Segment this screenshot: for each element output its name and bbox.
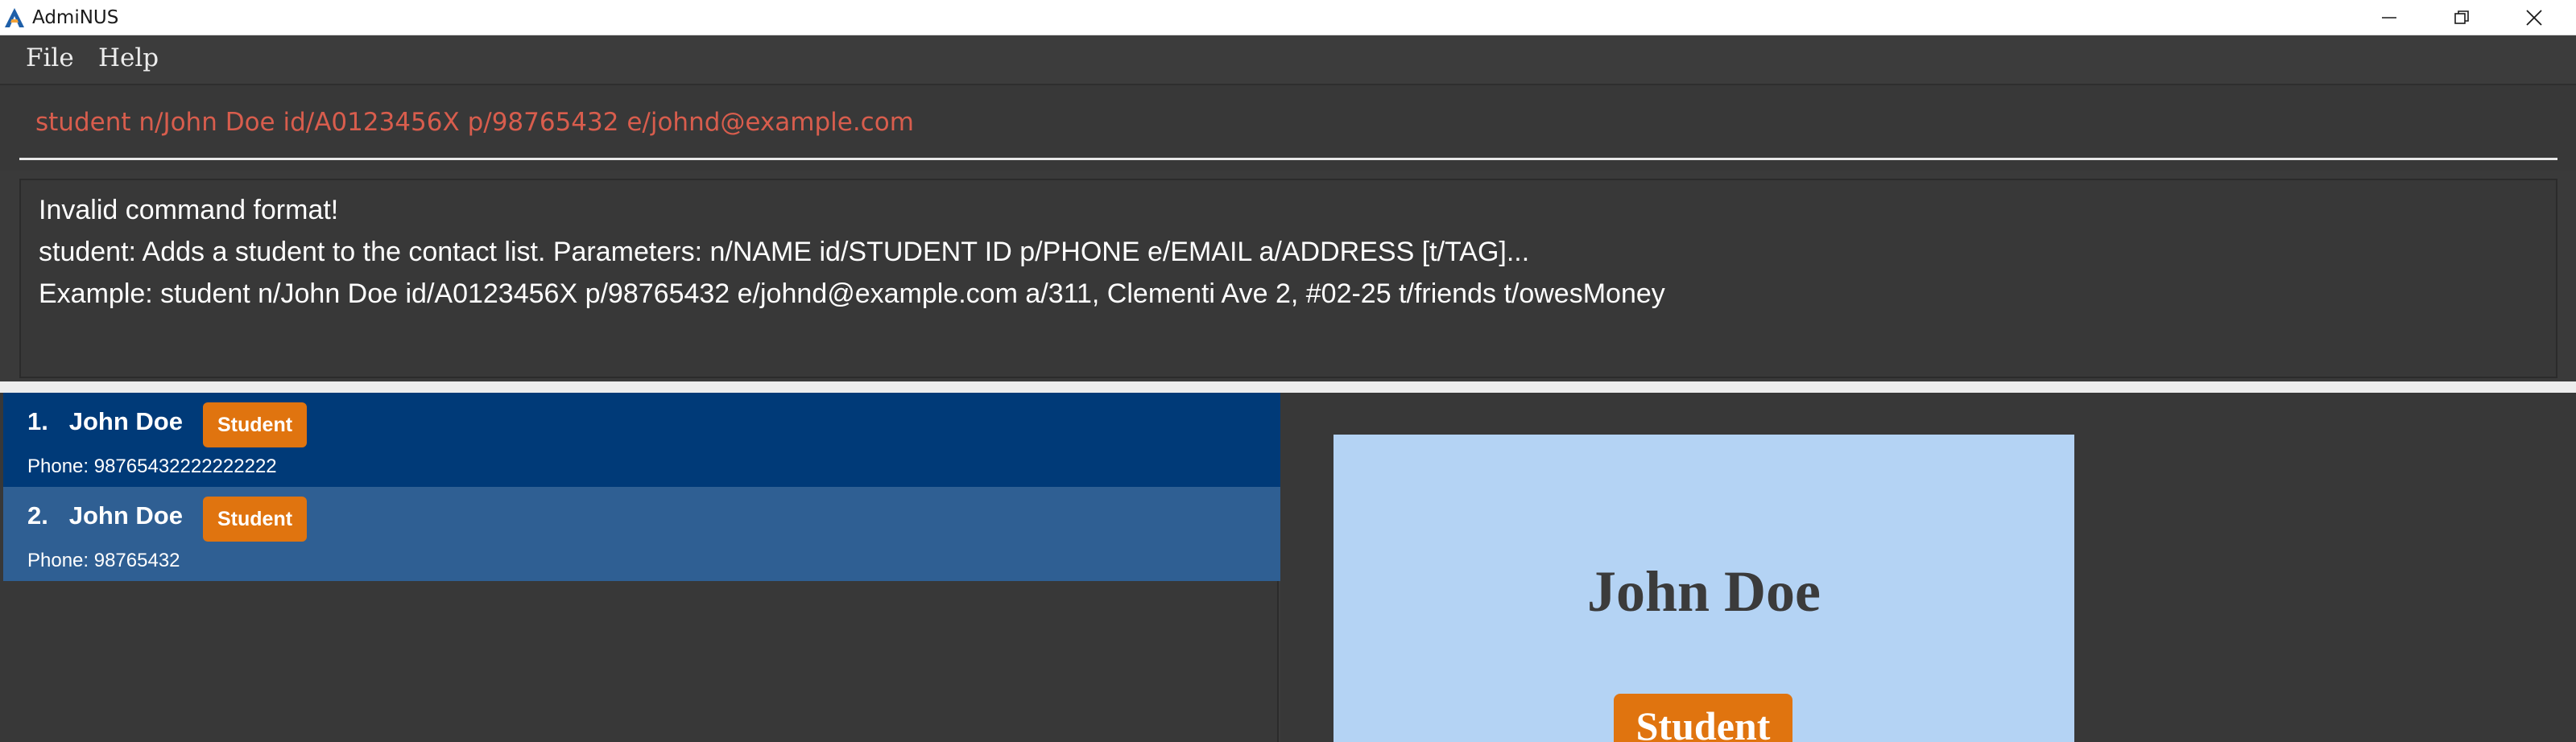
command-box: [0, 84, 2576, 171]
menu-bar: File Help: [0, 35, 2576, 84]
close-icon: [2526, 10, 2542, 26]
person-list-item[interactable]: 2. John Doe Student Phone: 98765432: [3, 487, 1280, 581]
result-error-line: Invalid command format!: [39, 195, 339, 225]
minimize-icon: [2382, 17, 2396, 19]
result-usage-line: student: Adds a student to the contact l…: [39, 237, 1530, 267]
adminus-logo-icon: [5, 8, 24, 27]
title-bar: AdmiNUS: [0, 0, 2576, 35]
panel-splitter[interactable]: [0, 381, 2576, 393]
result-display-area: Invalid command format! student: Adds a …: [0, 171, 2576, 381]
person-detail-panel: John Doe Student: [1280, 393, 2576, 742]
student-tag: Student: [203, 402, 308, 447]
person-index-name: 2. John Doe: [27, 501, 183, 530]
detail-name: John Doe: [1586, 559, 1821, 624]
close-button[interactable]: [2498, 0, 2570, 35]
person-detail-card: John Doe Student: [1333, 435, 2074, 742]
command-input-underline: [19, 158, 2557, 160]
person-list-panel: 1. John Doe Student Phone: 9876543222222…: [0, 393, 1280, 742]
student-tag: Student: [203, 497, 308, 542]
result-display: Invalid command format! student: Adds a …: [19, 179, 2557, 378]
minimize-button[interactable]: [2353, 0, 2425, 35]
person-phone: Phone: 98765432222222222: [27, 456, 277, 477]
restore-icon: [2454, 10, 2469, 24]
menu-file[interactable]: File: [26, 43, 74, 72]
command-input[interactable]: [19, 105, 2557, 140]
result-example-line: Example: student n/John Doe id/A0123456X…: [39, 278, 1665, 309]
window-title: AdmiNUS: [32, 7, 119, 28]
menu-help[interactable]: Help: [98, 43, 159, 72]
person-phone: Phone: 98765432: [27, 550, 180, 571]
person-index-name: 1. John Doe: [27, 407, 183, 435]
detail-student-tag: Student: [1614, 694, 1792, 742]
person-list-item[interactable]: 1. John Doe Student Phone: 9876543222222…: [3, 393, 1280, 487]
restore-button[interactable]: [2425, 0, 2498, 35]
